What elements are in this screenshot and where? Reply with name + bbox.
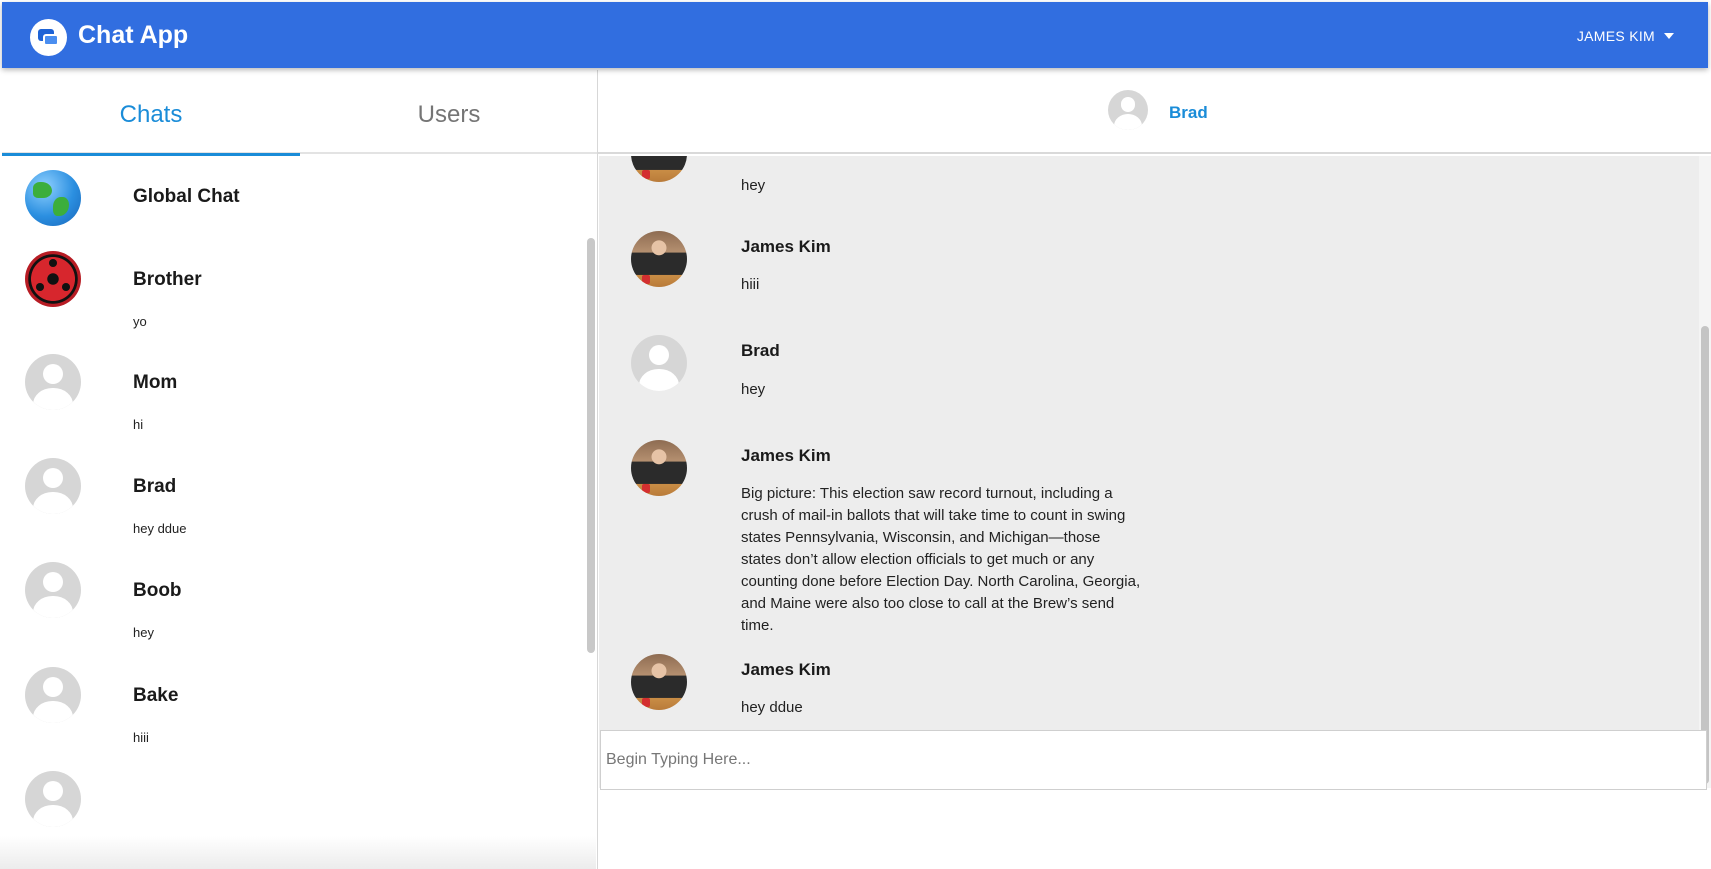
default-user-icon [631, 335, 687, 391]
chat-name: Global Chat [133, 186, 240, 207]
chat-item-brother[interactable]: Brother yo [2, 251, 582, 365]
message-text: hey ddue [741, 699, 803, 716]
message-text: hey [741, 381, 766, 398]
chat-preview: yo [133, 314, 147, 329]
message-sender: Brad [741, 341, 780, 360]
chat-preview: hey [133, 625, 154, 640]
message-item: James Kim Big picture: This election saw… [599, 440, 1679, 634]
message-item: hey [599, 156, 1679, 194]
current-user-name: JAMES KIM [1576, 28, 1655, 44]
chat-item-boob[interactable]: Boob hey [2, 562, 582, 676]
compose-box [600, 730, 1707, 790]
tab-bar: Chats Users [2, 70, 598, 156]
chat-logo-icon [30, 19, 67, 56]
chat-name: Bake [133, 685, 179, 706]
message-list: hey James Kim hiii Brad hey James Kim Bi… [599, 156, 1699, 788]
chat-item-mom[interactable]: Mom hi [2, 354, 582, 468]
chat-name: Brother [133, 269, 202, 290]
chat-preview: hey ddue [133, 521, 187, 536]
message-text: hiii [741, 276, 760, 293]
chat-name: Mom [133, 372, 178, 393]
bottom-fade [0, 836, 596, 869]
message-sender: James Kim [741, 446, 831, 465]
chat-item-brad[interactable]: Brad hey ddue [2, 458, 582, 572]
message-text: Big picture: This election saw record tu… [741, 485, 1141, 634]
message-scrollbar[interactable] [1701, 326, 1709, 784]
message-item: James Kim hey ddue [599, 654, 1679, 716]
chat-list-scrollbar[interactable] [587, 238, 595, 653]
app-title: Chat App [78, 21, 189, 49]
default-user-icon [25, 771, 81, 827]
default-user-icon [1108, 90, 1148, 130]
message-item: James Kim hiii [599, 231, 1679, 293]
app-bar: Chat App JAMES KIM [2, 2, 1708, 68]
sharingan-icon [25, 251, 81, 307]
caret-down-icon [1664, 33, 1674, 39]
chat-preview: hi [133, 417, 144, 432]
message-item: Brad hey [599, 335, 1679, 398]
message-sender: James Kim [741, 660, 831, 679]
globe-icon [25, 170, 81, 226]
default-user-icon [25, 354, 81, 410]
conversation-panel: Brad hey James Kim hiii Brad hey James K… [597, 70, 1711, 869]
chat-preview: hiii [133, 730, 149, 745]
user-photo-avatar [631, 156, 687, 182]
conversation-partner-name[interactable]: Brad [1169, 103, 1208, 123]
tab-chats[interactable]: Chats [2, 70, 300, 156]
chat-name: Boob [133, 580, 182, 601]
chat-list: Global Chat Brother yo Mom hi Brad hey d… [2, 164, 598, 869]
user-menu[interactable]: JAMES KIM [1577, 28, 1674, 44]
chat-name: Brad [133, 476, 177, 497]
default-user-icon [25, 562, 81, 618]
chat-item-bake[interactable]: Bake hiii [2, 667, 582, 781]
default-user-icon [25, 667, 81, 723]
message-input[interactable] [601, 731, 1706, 789]
user-photo-avatar [631, 654, 687, 710]
message-text: hey [741, 177, 766, 194]
left-panel: Chats Users Global Chat Brother yo Mom h… [2, 70, 598, 869]
user-photo-avatar [631, 231, 687, 287]
conversation-header: Brad [598, 70, 1711, 154]
message-sender: James Kim [741, 237, 831, 256]
default-user-icon [25, 458, 81, 514]
user-photo-avatar [631, 440, 687, 496]
tab-users[interactable]: Users [300, 70, 598, 154]
